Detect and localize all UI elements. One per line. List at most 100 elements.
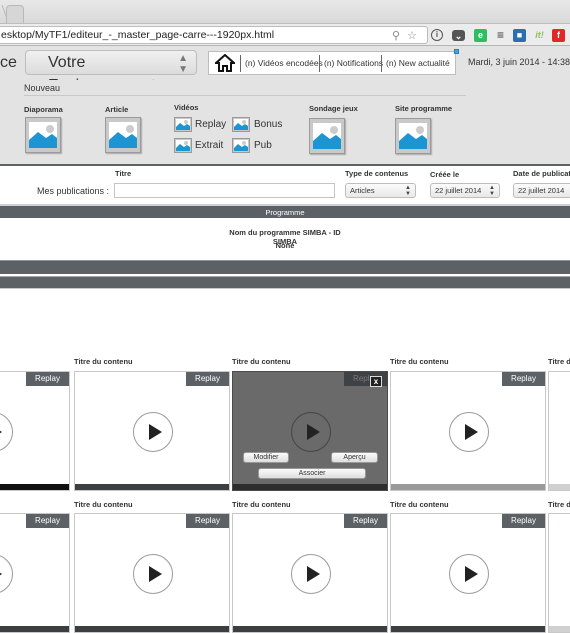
image-icon [109,122,137,148]
address-bar[interactable]: esktop/MyTF1/editeur_-_master_page-carre… [0,26,428,44]
flipboard-icon[interactable]: f [552,29,565,42]
my-publications-label: Mes publications : [37,186,110,196]
extension-icon[interactable]: ■ [513,29,526,42]
content-type-select[interactable]: Articles ▲ ▼ [345,183,416,198]
content-card[interactable]: Replay [390,371,546,491]
card-title: Titre d [548,357,570,366]
content-card[interactable]: Replay [74,513,230,633]
type-column-header: Type de contenus [345,169,409,178]
published-date-select[interactable]: 22 juillet 2014 [513,183,570,198]
preview-button[interactable]: Aperçu [331,452,378,463]
new-article-button[interactable] [105,117,141,153]
content-card[interactable]: Replay [74,371,230,491]
new-panel-title: Nouveau [24,83,61,93]
sondage-label: Sondage jeux [309,104,358,113]
card-footer-bar [391,484,545,490]
associate-button[interactable]: Associer [258,468,366,479]
close-icon[interactable]: x [370,376,382,387]
extrait-label[interactable]: Extrait [195,140,223,151]
card-title: Titre du contenu [74,357,133,366]
new-diaporama-button[interactable] [25,117,61,153]
content-card[interactable]: Replay x Modifier Aperçu Associer [232,371,388,491]
diaporama-label: Diaporama [24,105,63,114]
new-replay-button[interactable] [174,117,192,132]
buffer-icon[interactable]: ≡ [494,29,507,42]
star-icon[interactable]: ☆ [407,30,417,42]
play-icon[interactable] [449,554,489,594]
info-icon[interactable]: i [431,29,443,41]
pub-label[interactable]: Pub [254,140,272,151]
content-type-badge: Replay [26,372,69,386]
new-content-panel: Nouveau Diaporama Article Vidéos Replay … [0,80,570,164]
notifications-link[interactable]: (n) Notifications [324,58,383,68]
content-card[interactable] [548,371,570,491]
content-card[interactable]: Replay [0,371,70,491]
videos-label: Vidéos [174,103,199,112]
card-footer-bar [391,626,545,632]
news-link[interactable]: (n) New actualité [386,58,450,68]
bonus-label[interactable]: Bonus [254,119,282,130]
published-date-value: 22 juillet 2014 [518,186,565,195]
content-type-value: Articles [350,186,375,195]
play-icon[interactable] [0,412,13,452]
programme-info: Nom du programme SIMBA - ID SIMBA None [0,219,570,257]
play-icon[interactable] [291,412,331,452]
card-title: Titre du contenu [390,357,449,366]
site-programme-label: Site programme [395,104,453,113]
card-footer-bar [0,626,69,632]
card-footer-bar [233,626,387,632]
new-extrait-button[interactable] [174,138,192,153]
new-pub-button[interactable] [232,138,250,153]
browser-tab-strip [0,0,570,24]
new-bonus-button[interactable] [232,117,250,132]
select-arrows-icon: ▲ ▼ [178,53,188,75]
content-type-badge: Replay [344,514,387,528]
image-icon [313,123,341,149]
environment-select[interactable]: Votre Environnement ▲▼ [25,50,197,94]
divider [24,95,466,96]
content-card[interactable]: Replay [390,513,546,633]
content-card[interactable]: Replay [232,513,388,633]
new-tab-button[interactable] [6,5,24,23]
separator [381,55,382,72]
content-type-badge: Replay [502,514,545,528]
content-card[interactable]: Replay [0,513,70,633]
created-date-select[interactable]: 22 juillet 2014 ▲ ▼ [430,183,500,198]
card-footer-bar [75,484,229,490]
notification-dot-icon [454,49,459,54]
card-title: Titre du contenu [232,500,291,509]
evernote-icon[interactable]: e [474,29,487,42]
card-footer-bar [549,626,570,632]
modify-button[interactable]: Modifier [243,452,289,463]
play-icon[interactable] [133,554,173,594]
programme-header-bar: Programme [0,204,570,218]
play-icon[interactable] [449,412,489,452]
created-date-value: 22 juillet 2014 [435,186,482,195]
card-title: Titre du contenu [390,500,449,509]
new-site-programme-button[interactable] [395,118,431,154]
new-sondage-button[interactable] [309,118,345,154]
pocket-icon[interactable]: ⌄ [452,30,465,41]
id-value: None [275,241,295,250]
play-icon[interactable] [291,554,331,594]
content-type-badge: Replay [502,372,545,386]
home-icon[interactable] [215,54,235,72]
select-arrows-icon: ▲ ▼ [405,185,411,197]
replay-label[interactable]: Replay [195,119,226,130]
zoom-icon[interactable]: ⚲ [392,30,400,42]
title-search-input[interactable] [114,183,335,198]
play-icon[interactable] [133,412,173,452]
card-footer-bar [549,484,570,490]
scoop-it-icon[interactable]: it! [533,29,546,42]
section-bar [0,260,570,274]
play-icon[interactable] [0,554,13,594]
filters-bar: Titre Type de contenus Créée le Date de … [0,164,570,202]
card-footer-bar [75,626,229,632]
app-title-fragment: ce [0,54,17,71]
content-type-badge: Replay [26,514,69,528]
card-title: Titre du contenu [74,500,133,509]
content-card[interactable] [548,513,570,633]
image-icon [234,140,248,151]
image-icon [176,140,190,151]
encoded-videos-link[interactable]: (n) Vidéos encodées [245,58,323,68]
